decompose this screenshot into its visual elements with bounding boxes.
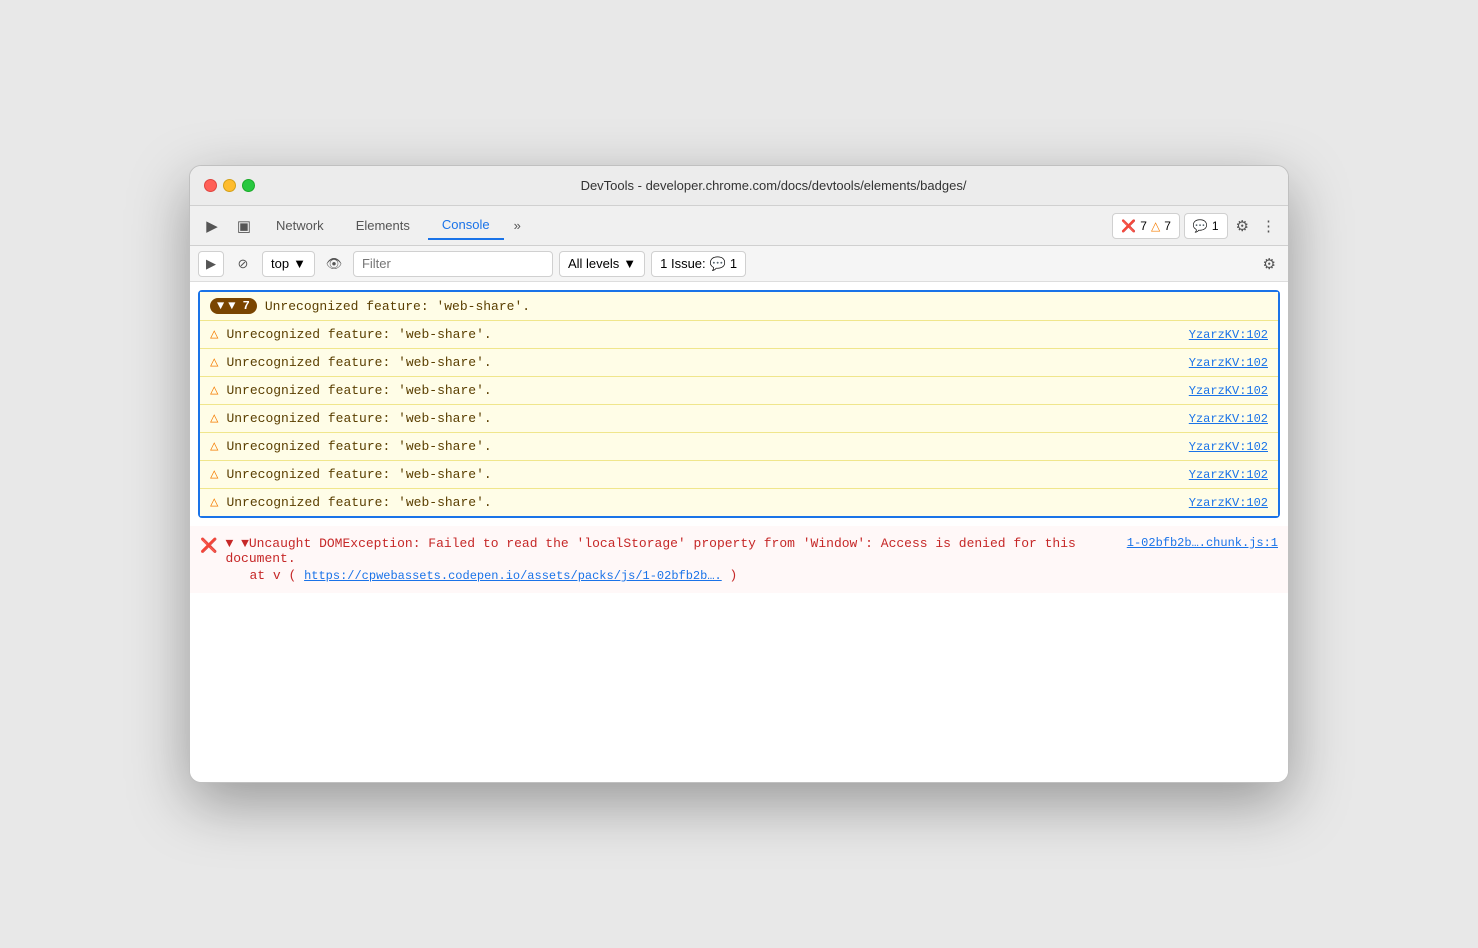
warn-triangle-icon-6: △ (210, 494, 218, 511)
error-stack-link[interactable]: https://cpwebassets.codepen.io/assets/pa… (304, 569, 722, 583)
close-button[interactable] (204, 179, 217, 192)
warn-triangle-icon-1: △ (210, 354, 218, 371)
warn-text-0: Unrecognized feature: 'web-share'. (226, 327, 491, 342)
dropdown-arrow-icon: ▼ (293, 256, 306, 271)
warn-triangle-icon: △ (1151, 219, 1160, 233)
warn-triangle-icon-5: △ (210, 466, 218, 483)
issues-msg-icon: 💬 (710, 256, 726, 272)
levels-label: All levels (568, 256, 619, 271)
warn-text-3: Unrecognized feature: 'web-share'. (226, 411, 491, 426)
levels-arrow-icon: ▼ (623, 256, 636, 271)
warn-badge-number: ▼ 7 (228, 299, 250, 313)
warn-row-0: △ Unrecognized feature: 'web-share'. Yza… (200, 320, 1278, 348)
msg-count: 1 (1212, 219, 1219, 233)
warn-group: ▼ ▼ 7 Unrecognized feature: 'web-share'.… (198, 290, 1280, 518)
inspect-icon[interactable]: ▣ (230, 212, 258, 240)
issues-label: 1 Issue: (660, 256, 706, 271)
warn-row-2: △ Unrecognized feature: 'web-share'. Yza… (200, 376, 1278, 404)
warn-triangle-icon-3: △ (210, 410, 218, 427)
issues-count: 1 (730, 256, 737, 271)
warn-link-0[interactable]: YzarzKV:102 (1189, 328, 1268, 342)
window-title: DevTools - developer.chrome.com/docs/dev… (273, 178, 1274, 193)
warn-group-header[interactable]: ▼ ▼ 7 Unrecognized feature: 'web-share'. (200, 292, 1278, 320)
warn-text-6: Unrecognized feature: 'web-share'. (226, 495, 491, 510)
settings-icon[interactable]: ⚙ (1232, 213, 1253, 239)
error-x-icon: ❌ (200, 538, 217, 555)
warn-row-6: △ Unrecognized feature: 'web-share'. Yza… (200, 488, 1278, 516)
warn-text-4: Unrecognized feature: 'web-share'. (226, 439, 491, 454)
context-selector[interactable]: top ▼ (262, 251, 315, 277)
devtools-window: DevTools - developer.chrome.com/docs/dev… (189, 165, 1289, 783)
warn-row-3: △ Unrecognized feature: 'web-share'. Yza… (200, 404, 1278, 432)
error-stack: at v ( https://cpwebassets.codepen.io/as… (225, 566, 1278, 583)
minimize-button[interactable] (223, 179, 236, 192)
warn-header-text: Unrecognized feature: 'web-share'. (265, 299, 530, 314)
error-group: ❌ ▼ ▼Uncaught DOMException: Failed to re… (190, 526, 1288, 593)
stack-end: ) (730, 568, 738, 583)
levels-selector[interactable]: All levels ▼ (559, 251, 645, 277)
more-tabs[interactable]: » (508, 214, 527, 237)
error-link[interactable]: 1-02bfb2b….chunk.js:1 (1127, 536, 1278, 550)
warn-link-5[interactable]: YzarzKV:102 (1189, 468, 1268, 482)
warn-row-4: △ Unrecognized feature: 'web-share'. Yza… (200, 432, 1278, 460)
message-badge[interactable]: 💬 1 (1184, 213, 1228, 239)
warn-text-1: Unrecognized feature: 'web-share'. (226, 355, 491, 370)
devtools-tabbar: ▶ ▣ Network Elements Console » ❌ 7 △ 7 💬… (190, 206, 1288, 246)
console-output: ▼ ▼ 7 Unrecognized feature: 'web-share'.… (190, 282, 1288, 782)
error-count: 7 (1140, 219, 1147, 233)
filter-input[interactable] (353, 251, 553, 277)
warn-row-1: △ Unrecognized feature: 'web-share'. Yza… (200, 348, 1278, 376)
warn-link-3[interactable]: YzarzKV:102 (1189, 412, 1268, 426)
error-main-text: ▼ ▼Uncaught DOMException: Failed to read… (225, 536, 1126, 566)
maximize-button[interactable] (242, 179, 255, 192)
message-icon: 💬 (1193, 219, 1208, 233)
cursor-icon[interactable]: ▶ (198, 212, 226, 240)
console-settings-icon[interactable]: ⚙ (1259, 251, 1280, 277)
warn-link-1[interactable]: YzarzKV:102 (1189, 356, 1268, 370)
menu-icon[interactable]: ⋮ (1257, 213, 1280, 239)
expand-triangle-icon: ▼ (225, 536, 233, 551)
warn-triangle-icon-2: △ (210, 382, 218, 399)
tab-network[interactable]: Network (262, 212, 338, 239)
warn-row-5: △ Unrecognized feature: 'web-share'. Yza… (200, 460, 1278, 488)
tab-console[interactable]: Console (428, 211, 504, 240)
warn-count-badge: ▼ ▼ 7 (210, 298, 257, 314)
warn-link-4[interactable]: YzarzKV:102 (1189, 440, 1268, 454)
tab-elements[interactable]: Elements (342, 212, 424, 239)
stack-at-text: at v ( (249, 568, 296, 583)
warn-link-2[interactable]: YzarzKV:102 (1189, 384, 1268, 398)
console-toolbar: ▶ ⊘ top ▼ 👁 All levels ▼ 1 Issue: 💬 1 ⚙ (190, 246, 1288, 282)
warn-text-5: Unrecognized feature: 'web-share'. (226, 467, 491, 482)
error-badge[interactable]: ❌ 7 △ 7 (1112, 213, 1180, 239)
traffic-lights (204, 179, 255, 192)
sidebar-toggle[interactable]: ▶ (198, 251, 224, 277)
warn-text-2: Unrecognized feature: 'web-share'. (226, 383, 491, 398)
warn-triangle-icon-4: △ (210, 438, 218, 455)
titlebar: DevTools - developer.chrome.com/docs/dev… (190, 166, 1288, 206)
error-row-main: ❌ ▼ ▼Uncaught DOMException: Failed to re… (200, 532, 1278, 587)
issues-button[interactable]: 1 Issue: 💬 1 (651, 251, 746, 277)
warn-count: 7 (1164, 219, 1171, 233)
down-arrow-icon: ▼ (217, 299, 224, 313)
warn-link-6[interactable]: YzarzKV:102 (1189, 496, 1268, 510)
clear-console-icon[interactable]: ⊘ (230, 251, 256, 277)
error-x-icon: ❌ (1121, 219, 1136, 233)
warn-triangle-icon-0: △ (210, 326, 218, 343)
eye-icon[interactable]: 👁 (321, 251, 347, 277)
context-label: top (271, 256, 289, 271)
